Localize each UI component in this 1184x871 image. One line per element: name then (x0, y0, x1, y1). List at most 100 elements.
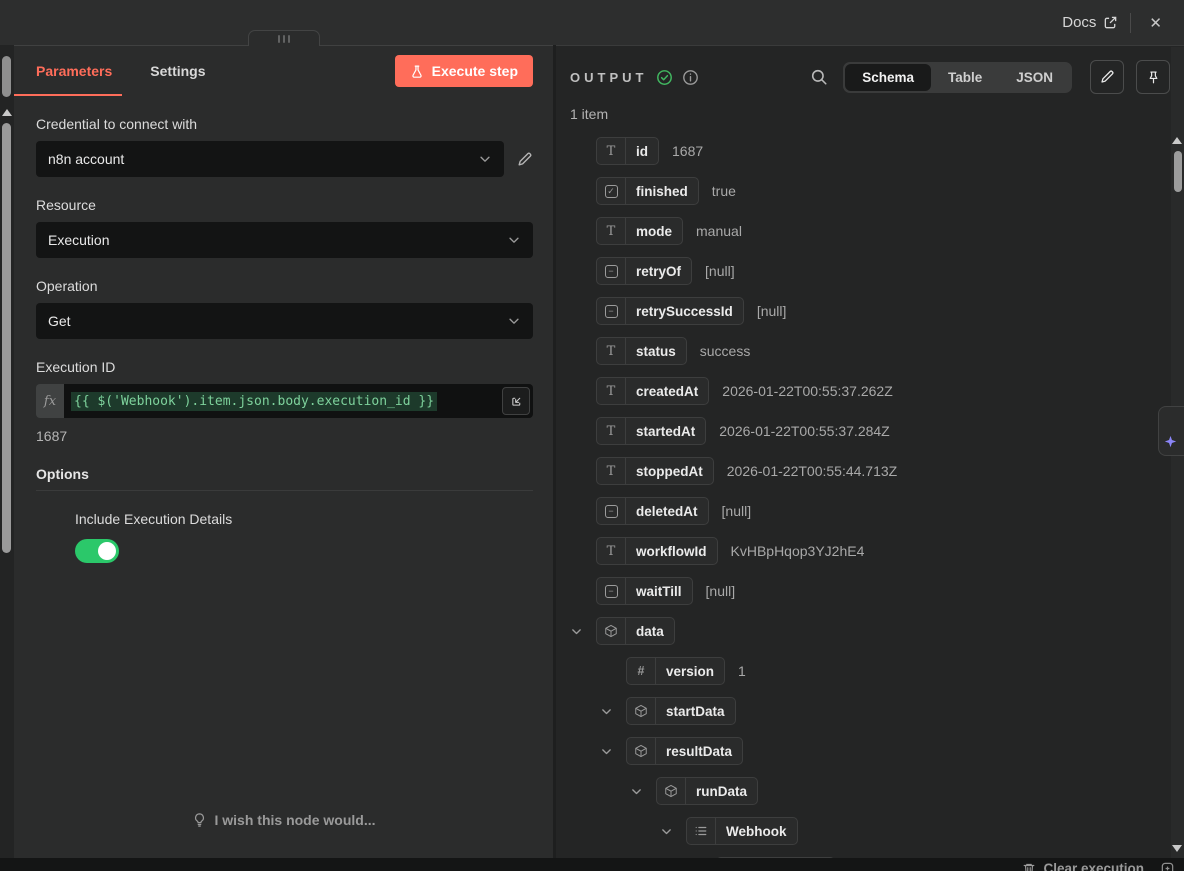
schema-key: mode (626, 224, 682, 239)
view-tab-schema[interactable]: Schema (845, 64, 931, 91)
string-type-icon: T (597, 538, 626, 564)
schema-key: retryOf (626, 264, 691, 279)
toggle-knob (98, 542, 116, 560)
schema-row[interactable]: T mode manual (556, 211, 1184, 251)
info-icon[interactable] (682, 69, 699, 86)
external-link-icon (1103, 15, 1118, 30)
schema-key-pill[interactable]: Webhook (686, 817, 798, 845)
schema-key-pill[interactable]: T createdAt (596, 377, 709, 405)
left-scroll-strip (0, 45, 14, 858)
schema-key-pill[interactable]: − retrySuccessId (596, 297, 744, 325)
scroll-down-arrow-icon[interactable] (1172, 845, 1182, 852)
schema-row[interactable] (556, 851, 1184, 858)
schema-row[interactable]: # version 1 (556, 651, 1184, 691)
fx-badge: fx (36, 384, 64, 418)
schema-key-pill[interactable]: T startedAt (596, 417, 706, 445)
string-type-icon: T (597, 138, 626, 164)
schema-row[interactable]: T status success (556, 331, 1184, 371)
schema-row[interactable]: T workflowId KvHBpHqop3YJ2hE4 (556, 531, 1184, 571)
view-tab-table[interactable]: Table (931, 64, 999, 91)
credential-select[interactable]: n8n account (36, 141, 504, 177)
schema-key-pill[interactable]: − deletedAt (596, 497, 709, 525)
schema-key-pill[interactable]: T id (596, 137, 659, 165)
execution-id-expression-field[interactable]: fx {{ $('Webhook').item.json.body.execut… (36, 384, 533, 418)
schema-value: 2026-01-22T00:55:37.262Z (722, 383, 892, 399)
lightbulb-icon (192, 812, 207, 828)
schema-key-pill[interactable]: # version (626, 657, 725, 685)
execute-step-button[interactable]: Execute step (395, 55, 533, 87)
schema-key-pill[interactable]: T stoppedAt (596, 457, 714, 485)
schema-row[interactable]: T id 1687 (556, 131, 1184, 171)
chevron-down-icon[interactable] (600, 705, 626, 718)
open-expression-editor-button[interactable] (502, 387, 530, 415)
schema-key-pill[interactable]: − retryOf (596, 257, 692, 285)
include-execution-details-toggle[interactable] (75, 539, 119, 563)
resource-select[interactable]: Execution (36, 222, 533, 258)
schema-row[interactable]: runData (556, 771, 1184, 811)
operation-select[interactable]: Get (36, 303, 533, 339)
pin-icon (1146, 70, 1161, 85)
chevron-down-icon[interactable] (630, 785, 656, 798)
schema-key-pill[interactable]: runData (656, 777, 758, 805)
chevron-down-icon[interactable] (570, 625, 596, 638)
schema-row[interactable]: Webhook (556, 811, 1184, 851)
schema-row[interactable]: − retryOf [null] (556, 251, 1184, 291)
schema-row[interactable]: − deletedAt [null] (556, 491, 1184, 531)
schema-key-pill[interactable]: T mode (596, 217, 683, 245)
wish-text: I wish this node would... (215, 812, 376, 828)
schema-key: id (626, 144, 658, 159)
schema-key: waitTill (626, 584, 692, 599)
schema-row[interactable]: − waitTill [null] (556, 571, 1184, 611)
view-tab-json[interactable]: JSON (999, 64, 1070, 91)
scroll-up-arrow-icon[interactable] (1172, 137, 1182, 144)
schema-row[interactable]: ✓ finished true (556, 171, 1184, 211)
schema-key-pill[interactable]: − waitTill (596, 577, 693, 605)
output-panel: OUTPUT Schema Table JSON (556, 45, 1184, 858)
expression-input[interactable]: {{ $('Webhook').item.json.body.execution… (64, 384, 533, 418)
ai-assistant-button[interactable] (1158, 406, 1184, 456)
schema-key-pill[interactable]: ✓ finished (596, 177, 699, 205)
schema-row[interactable]: T startedAt 2026-01-22T00:55:37.284Z (556, 411, 1184, 451)
object-type-icon (657, 778, 686, 804)
null-type-icon: − (597, 298, 626, 324)
schema-value: [null] (722, 503, 752, 519)
top-bar: Docs ✕ (0, 0, 1184, 45)
pin-data-button[interactable] (1136, 60, 1170, 94)
schema-row[interactable]: T stoppedAt 2026-01-22T00:55:44.713Z (556, 451, 1184, 491)
null-type-icon: − (597, 498, 626, 524)
chevron-down-icon[interactable] (600, 745, 626, 758)
search-icon[interactable] (810, 68, 828, 86)
schema-rows: T id 1687 ✓ finished true T mode manual … (556, 131, 1184, 858)
edit-credential-pencil-icon[interactable] (516, 151, 533, 168)
n8n-node-detail-view: Docs ✕ Parameters Settings Execute step (0, 0, 1184, 871)
schema-key-pill[interactable]: data (596, 617, 675, 645)
edit-output-button[interactable] (1090, 60, 1124, 94)
scrollbar-thumb[interactable] (2, 123, 11, 553)
schema-key-pill[interactable]: startData (626, 697, 736, 725)
schema-key-pill[interactable]: T status (596, 337, 687, 365)
close-button[interactable]: ✕ (1143, 12, 1168, 34)
schema-key-pill[interactable]: T workflowId (596, 537, 718, 565)
schema-row[interactable]: data (556, 611, 1184, 651)
schema-row[interactable]: − retrySuccessId [null] (556, 291, 1184, 331)
tab-settings[interactable]: Settings (150, 63, 205, 79)
wish-link[interactable]: I wish this node would... (14, 812, 553, 828)
docs-link[interactable]: Docs (1062, 14, 1118, 31)
expression-result-preview: 1687 (36, 428, 533, 444)
tab-parameters[interactable]: Parameters (36, 63, 112, 79)
options-divider (36, 490, 533, 491)
number-type-icon: # (627, 658, 656, 684)
resource-value: Execution (48, 232, 507, 248)
schema-row[interactable]: T createdAt 2026-01-22T00:55:37.262Z (556, 371, 1184, 411)
schema-row[interactable]: resultData (556, 731, 1184, 771)
schema-key-pill[interactable]: resultData (626, 737, 743, 765)
panel-drag-handle[interactable] (248, 30, 320, 46)
scroll-up-arrow-icon[interactable] (2, 109, 12, 116)
scrollbar-fragment[interactable] (2, 56, 11, 97)
schema-value: [null] (706, 583, 736, 599)
scrollbar-thumb[interactable] (1174, 151, 1182, 192)
chevron-down-icon[interactable] (660, 825, 686, 838)
clear-execution-button[interactable]: Clear execution (1022, 861, 1144, 871)
schema-row[interactable]: startData (556, 691, 1184, 731)
footer-icon-button[interactable] (1160, 861, 1175, 871)
